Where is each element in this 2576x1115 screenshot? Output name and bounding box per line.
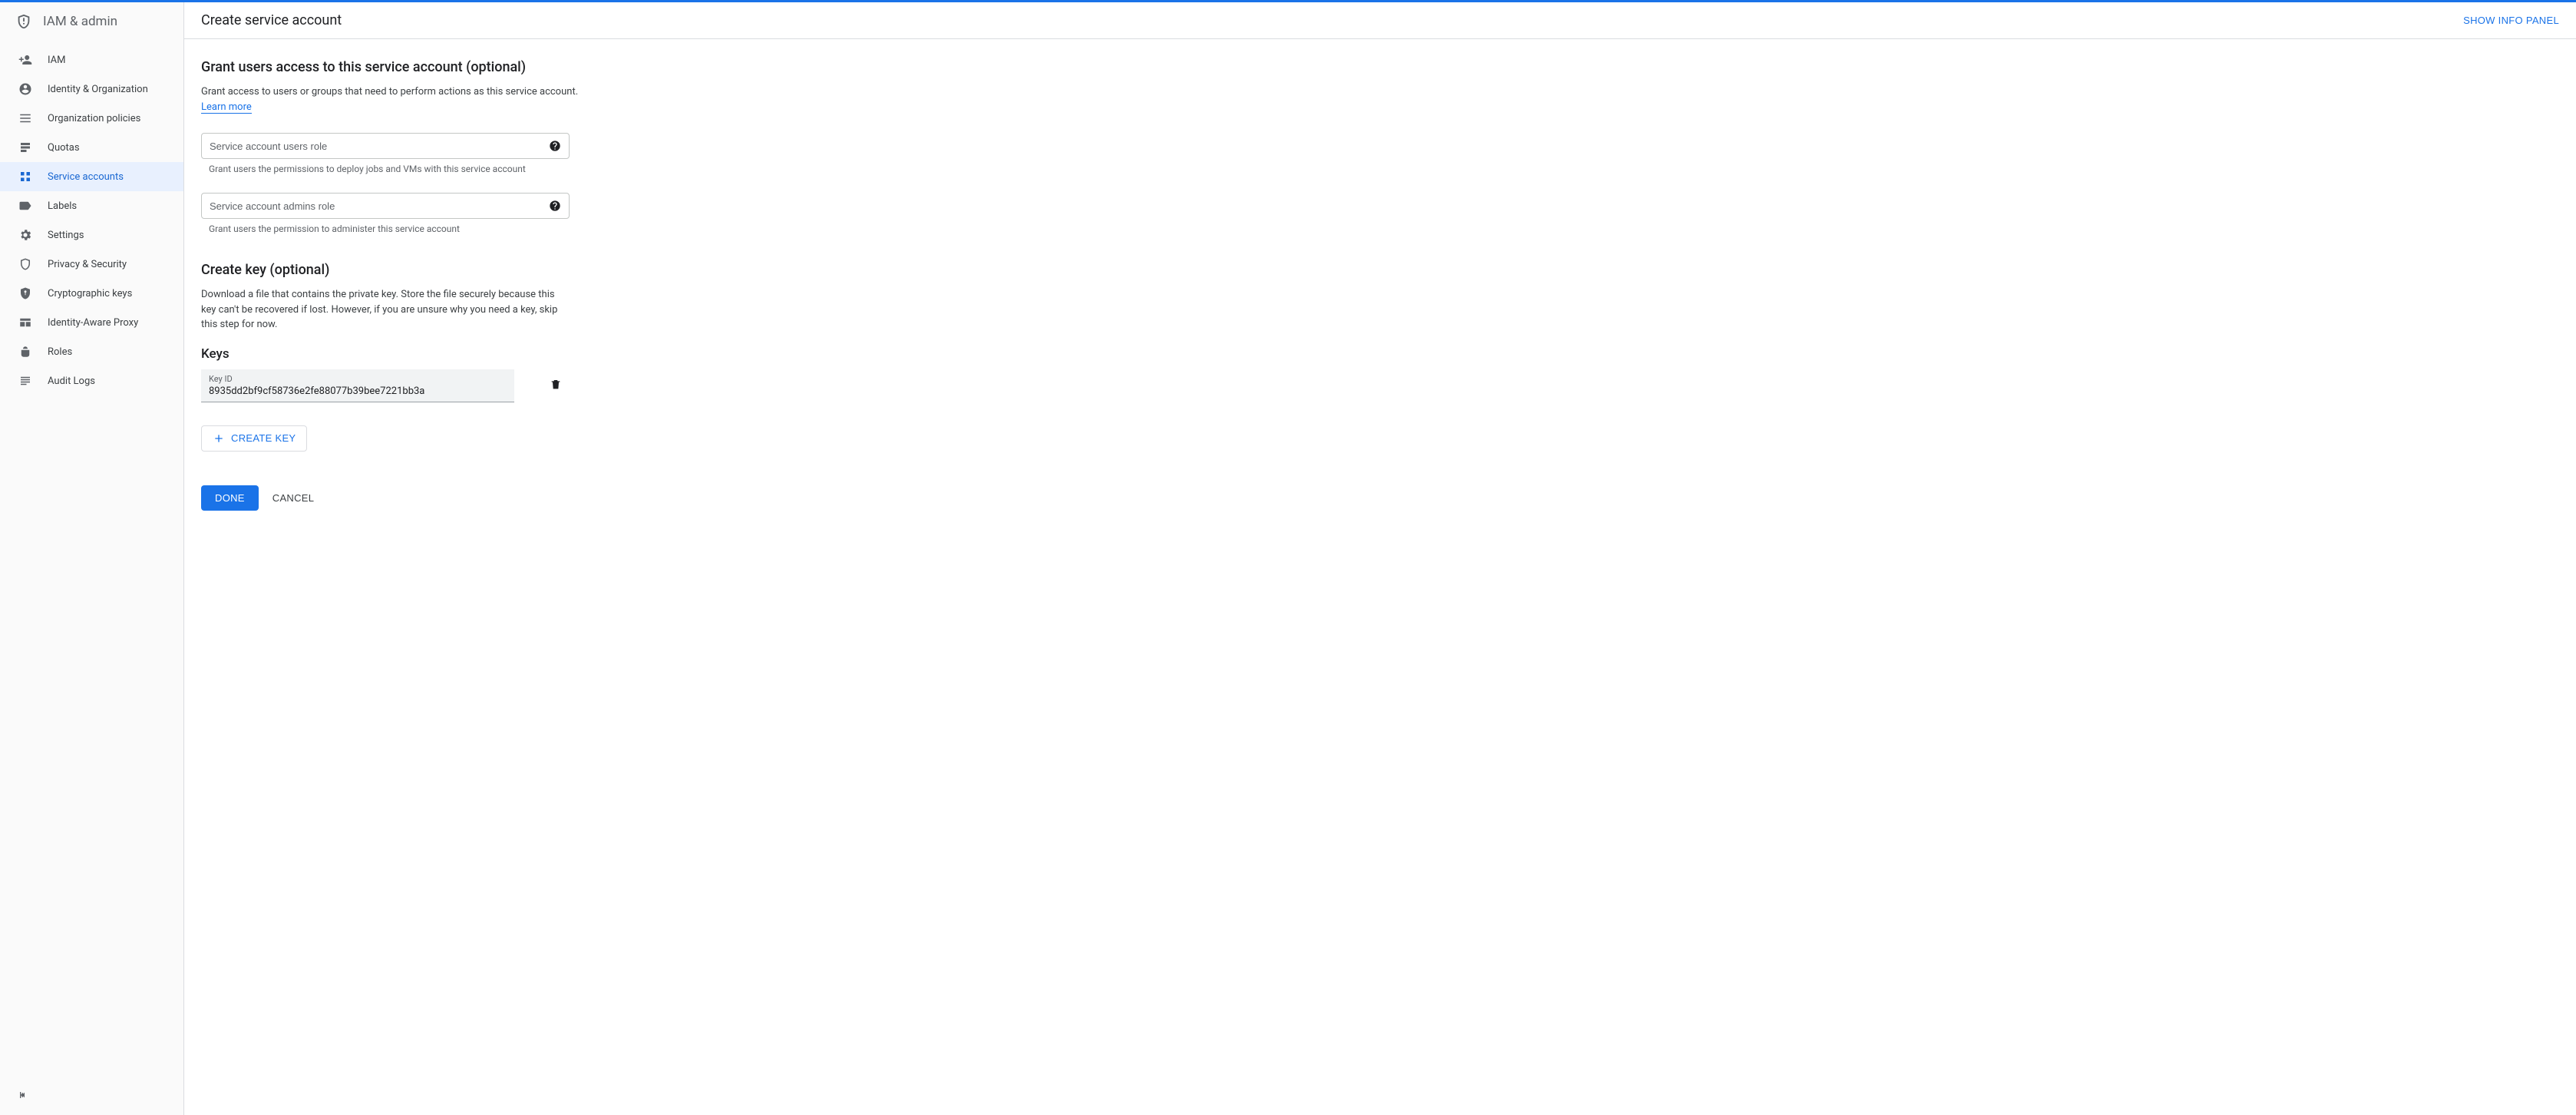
- service-account-admins-role-field[interactable]: [201, 193, 570, 219]
- create-key-button[interactable]: CREATE KEY: [201, 425, 307, 452]
- sidebar-item-label: Quotas: [48, 142, 80, 154]
- service-account-icon: [18, 170, 32, 184]
- sidebar-item-label: Labels: [48, 200, 77, 212]
- sidebar-item-label: Organization policies: [48, 113, 140, 124]
- service-account-admins-role-input[interactable]: [210, 200, 549, 212]
- sidebar-item-label: Audit Logs: [48, 376, 95, 387]
- sidebar: IAM & admin IAM Identity & Organization …: [0, 2, 184, 1115]
- sidebar-item-cryptographic-keys[interactable]: Cryptographic keys: [0, 279, 183, 308]
- footer-actions: DONE CANCEL: [201, 485, 766, 511]
- collapse-sidebar-button[interactable]: [17, 1089, 29, 1104]
- sidebar-item-audit-logs[interactable]: Audit Logs: [0, 366, 183, 395]
- learn-more-link[interactable]: Learn more: [201, 101, 252, 114]
- sidebar-item-label: Privacy & Security: [48, 259, 127, 270]
- key-shield-icon: [18, 286, 32, 300]
- sidebar-item-quotas[interactable]: Quotas: [0, 133, 183, 162]
- users-role-hint: Grant users the permissions to deploy jo…: [201, 159, 766, 174]
- key-id-label: Key ID: [209, 374, 507, 384]
- sidebar-header: IAM & admin: [0, 2, 183, 41]
- logs-icon: [18, 374, 32, 388]
- cancel-button[interactable]: CANCEL: [272, 492, 315, 504]
- sidebar-title: IAM & admin: [43, 14, 117, 29]
- iap-icon: [18, 316, 32, 329]
- sidebar-item-label: Service accounts: [48, 171, 124, 183]
- label-icon: [18, 199, 32, 213]
- sidebar-item-label: Identity-Aware Proxy: [48, 317, 138, 329]
- sidebar-item-organization-policies[interactable]: Organization policies: [0, 104, 183, 133]
- topbar: Create service account SHOW INFO PANEL: [184, 2, 2576, 39]
- sidebar-nav: IAM Identity & Organization Organization…: [0, 41, 183, 395]
- sidebar-item-iam[interactable]: IAM: [0, 45, 183, 74]
- shield-outline-icon: [18, 257, 32, 271]
- sidebar-item-service-accounts[interactable]: Service accounts: [0, 162, 183, 191]
- quota-icon: [18, 141, 32, 154]
- sidebar-item-label: Settings: [48, 230, 84, 241]
- sidebar-item-label: Roles: [48, 346, 72, 358]
- create-key-description: Download a file that contains the privat…: [201, 287, 570, 333]
- shield-icon: [15, 13, 32, 30]
- create-key-button-label: CREATE KEY: [231, 432, 296, 444]
- main: Create service account SHOW INFO PANEL G…: [184, 2, 2576, 1115]
- roles-icon: [18, 345, 32, 359]
- sidebar-item-label: Cryptographic keys: [48, 288, 132, 299]
- show-info-panel-button[interactable]: SHOW INFO PANEL: [2463, 15, 2559, 26]
- account-circle-icon: [18, 82, 32, 96]
- help-icon[interactable]: [549, 200, 561, 212]
- create-key-heading: Create key (optional): [201, 262, 766, 278]
- sidebar-item-settings[interactable]: Settings: [0, 220, 183, 250]
- keys-heading: Keys: [201, 346, 766, 362]
- help-icon[interactable]: [549, 140, 561, 152]
- chevron-left-icon: [17, 1089, 29, 1101]
- key-id-value: 8935dd2bf9cf58736e2fe88077b39bee7221bb3a: [209, 384, 507, 397]
- service-account-users-role-input[interactable]: [210, 141, 549, 152]
- gear-icon: [18, 228, 32, 242]
- key-row: Key ID 8935dd2bf9cf58736e2fe88077b39bee7…: [201, 369, 766, 402]
- admins-role-hint: Grant users the permission to administer…: [201, 219, 766, 234]
- grant-users-heading: Grant users access to this service accou…: [201, 59, 766, 75]
- sidebar-item-labels[interactable]: Labels: [0, 191, 183, 220]
- grant-users-description: Grant access to users or groups that nee…: [201, 84, 766, 114]
- sidebar-item-privacy-security[interactable]: Privacy & Security: [0, 250, 183, 279]
- plus-icon: [213, 432, 225, 445]
- delete-key-button[interactable]: [545, 374, 566, 398]
- sidebar-item-identity-organization[interactable]: Identity & Organization: [0, 74, 183, 104]
- key-id-field: Key ID 8935dd2bf9cf58736e2fe88077b39bee7…: [201, 369, 514, 402]
- list-icon: [18, 111, 32, 125]
- trash-icon: [550, 379, 562, 391]
- sidebar-item-identity-aware-proxy[interactable]: Identity-Aware Proxy: [0, 308, 183, 337]
- sidebar-item-label: Identity & Organization: [48, 84, 148, 95]
- done-button[interactable]: DONE: [201, 485, 259, 511]
- sidebar-item-label: IAM: [48, 55, 65, 66]
- page-title: Create service account: [201, 12, 342, 28]
- service-account-users-role-field[interactable]: [201, 133, 570, 159]
- person-add-icon: [18, 53, 32, 67]
- sidebar-item-roles[interactable]: Roles: [0, 337, 183, 366]
- content: Grant users access to this service accou…: [184, 39, 783, 541]
